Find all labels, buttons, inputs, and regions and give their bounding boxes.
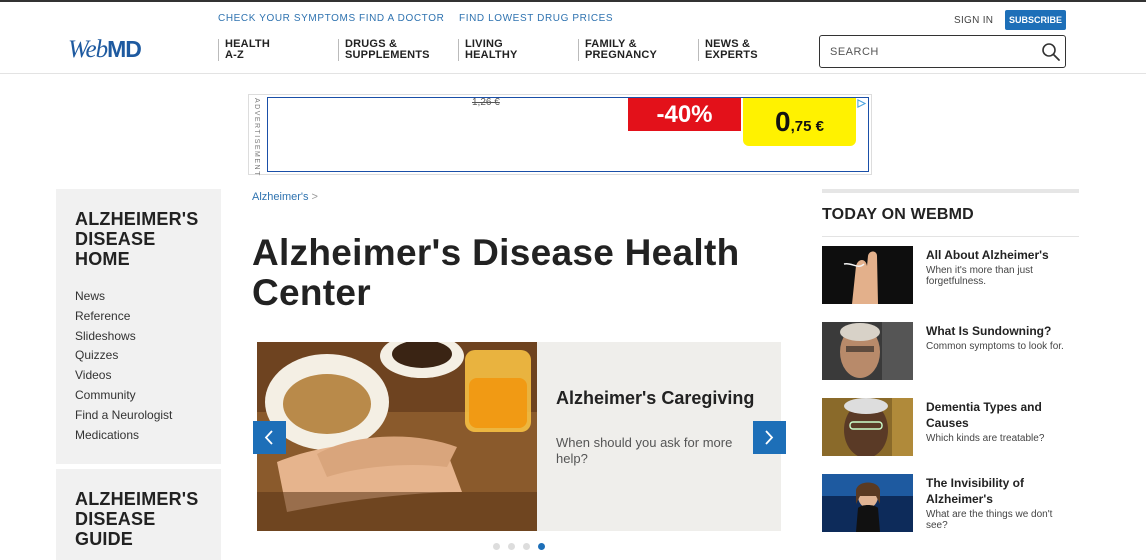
- story-thumbnail[interactable]: [822, 474, 913, 532]
- drug-prices-link[interactable]: FIND LOWEST DRUG PRICES: [459, 13, 613, 24]
- nav-label-line2: PREGNANCY: [585, 49, 658, 61]
- sidebar-guide-box: ALZHEIMER'S DISEASE GUIDE: [56, 469, 221, 560]
- story-title[interactable]: Dementia Types and Causes: [926, 399, 1076, 431]
- nav-label-line2: SUPPLEMENTS: [345, 49, 430, 61]
- ad-old-price: 1,26 €: [472, 97, 500, 108]
- story-title[interactable]: The Invisibility of Alzheimer's: [926, 475, 1076, 507]
- breadcrumb[interactable]: Alzheimer's >: [252, 191, 318, 203]
- divider: [822, 236, 1079, 237]
- sidebar-links: News Reference Slideshows Quizzes Videos…: [56, 269, 221, 445]
- sidebar-home-box: ALZHEIMER'S DISEASE HOME News Reference …: [56, 189, 221, 464]
- slide-description: When should you ask for more help?: [556, 435, 733, 466]
- story-description: What are the things we don't see?: [926, 509, 1053, 531]
- find-doctor-link[interactable]: FIND A DOCTOR: [359, 13, 444, 24]
- ad-price-minor: ,75 €: [790, 118, 824, 135]
- story-item[interactable]: All About Alzheimer's When it's more tha…: [822, 246, 1079, 306]
- story-thumbnail[interactable]: [822, 398, 913, 456]
- carousel-dot-4[interactable]: [538, 543, 545, 550]
- site-header: WebMD CHECK YOUR SYMPTOMS FIND A DOCTOR …: [0, 2, 1146, 74]
- today-heading: TODAY ON WEBMD: [822, 206, 974, 223]
- nav-drugs-supplements[interactable]: DRUGS & SUPPLEMENTS: [338, 39, 430, 61]
- breadcrumb-separator: >: [311, 191, 318, 203]
- chevron-left-icon: [264, 430, 273, 445]
- story-item[interactable]: The Invisibility of Alzheimer's What are…: [822, 474, 1079, 534]
- sidebar-item-news[interactable]: News: [75, 287, 202, 307]
- adchoices-icon[interactable]: [857, 99, 866, 108]
- search-box: [819, 35, 1066, 68]
- logo-web-text: Web: [68, 36, 108, 63]
- story-thumbnail[interactable]: [822, 246, 913, 304]
- search-icon[interactable]: [1041, 42, 1061, 62]
- feature-carousel: Alzheimer's Caregiving When should you a…: [257, 342, 781, 531]
- story-title[interactable]: All About Alzheimer's: [926, 247, 1076, 263]
- search-input[interactable]: [830, 36, 1030, 67]
- sidebar-guide-title[interactable]: ALZHEIMER'S DISEASE GUIDE: [56, 469, 221, 549]
- sidebar-item-medications[interactable]: Medications: [75, 426, 202, 446]
- sidebar-item-quizzes[interactable]: Quizzes: [75, 346, 202, 366]
- ad-discount-badge: -40%: [628, 98, 741, 131]
- story-description: Which kinds are treatable?: [926, 433, 1045, 444]
- story-title[interactable]: What Is Sundowning?: [926, 323, 1076, 339]
- webmd-logo[interactable]: WebMD: [68, 36, 142, 64]
- nav-label-line2: EXPERTS: [705, 49, 758, 61]
- chevron-right-icon: [765, 430, 774, 445]
- nav-family-pregnancy[interactable]: FAMILY & PREGNANCY: [578, 39, 657, 61]
- nav-news-experts[interactable]: NEWS & EXPERTS: [698, 39, 758, 61]
- subscribe-button[interactable]: SUBSCRIBE: [1005, 10, 1066, 30]
- sidebar-item-community[interactable]: Community: [75, 386, 202, 406]
- carousel-prev-button[interactable]: [253, 421, 286, 454]
- sidebar-home-title[interactable]: ALZHEIMER'S DISEASE HOME: [56, 189, 221, 269]
- ad-price-badge: 0,75 €: [743, 98, 856, 146]
- breadcrumb-link[interactable]: Alzheimer's: [252, 191, 309, 203]
- sidebar-item-reference[interactable]: Reference: [75, 307, 202, 327]
- carousel-next-button[interactable]: [753, 421, 786, 454]
- logo-md-text: MD: [107, 36, 142, 62]
- sidebar-item-find-neurologist[interactable]: Find a Neurologist: [75, 406, 202, 426]
- ad-banner[interactable]: 1,26 € -40% 0,75 €: [267, 97, 869, 172]
- carousel-dot-2[interactable]: [508, 543, 515, 550]
- advertisement-label: ADVERTISEMENT: [253, 98, 260, 177]
- story-thumbnail[interactable]: [822, 322, 913, 380]
- check-symptoms-link[interactable]: CHECK YOUR SYMPTOMS: [218, 13, 356, 24]
- ad-price-major: 0: [775, 106, 791, 137]
- slide-title[interactable]: Alzheimer's Caregiving: [556, 388, 756, 408]
- story-description: Common symptoms to look for.: [926, 341, 1064, 352]
- carousel-dot-1[interactable]: [493, 543, 500, 550]
- right-column-rule: [822, 189, 1079, 193]
- story-item[interactable]: Dementia Types and Causes Which kinds ar…: [822, 398, 1079, 458]
- nav-health-a-z[interactable]: HEALTH A-Z: [218, 39, 270, 61]
- nav-label-line2: HEALTHY: [465, 49, 518, 61]
- carousel-dot-3[interactable]: [523, 543, 530, 550]
- nav-label-line2: A-Z: [225, 49, 244, 61]
- story-description: When it's more than just forgetfulness.: [926, 265, 1033, 287]
- nav-living-healthy[interactable]: LIVING HEALTHY: [458, 39, 518, 61]
- sidebar-item-videos[interactable]: Videos: [75, 366, 202, 386]
- story-item[interactable]: What Is Sundowning? Common symptoms to l…: [822, 322, 1079, 382]
- page-title: Alzheimer's Disease Health Center: [252, 232, 740, 313]
- sign-in-link[interactable]: SIGN IN: [954, 15, 993, 26]
- sidebar-item-slideshows[interactable]: Slideshows: [75, 327, 202, 347]
- advertisement: ADVERTISEMENT 1,26 € -40% 0,75 €: [248, 94, 872, 177]
- slide-image[interactable]: [257, 342, 537, 531]
